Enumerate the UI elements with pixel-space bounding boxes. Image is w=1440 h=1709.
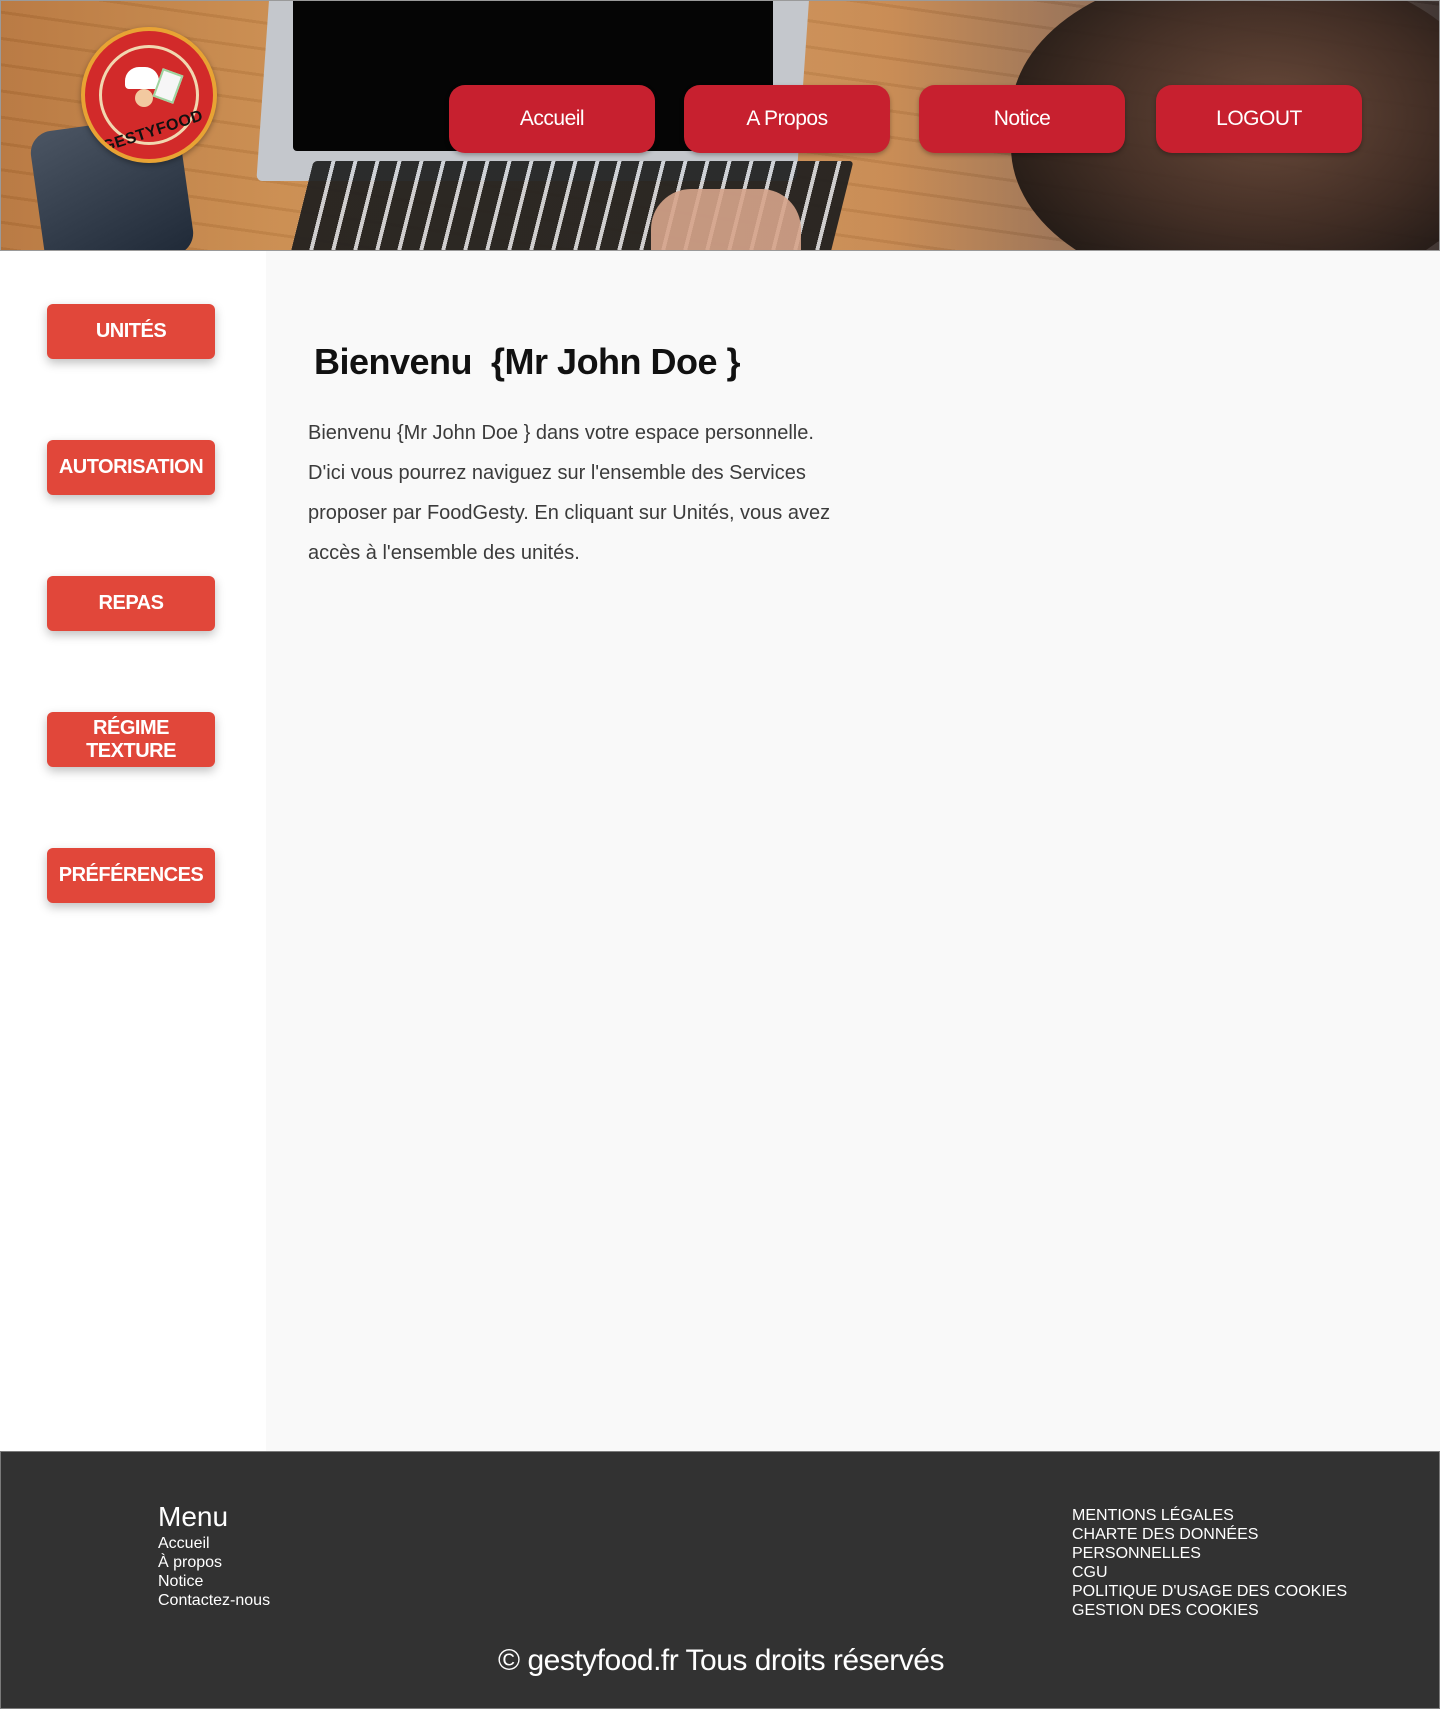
footer-legal: MENTIONS LÉGALES CHARTE DES DONNÉES PERS… — [1072, 1506, 1347, 1620]
welcome-text: Bienvenu {Mr John Doe } dans votre espac… — [308, 422, 831, 564]
chef-hat-icon — [125, 67, 159, 89]
nav-a-propos-button[interactable]: A Propos — [684, 85, 890, 153]
nav-notice-button[interactable]: Notice — [919, 85, 1125, 153]
footer-link-cgu[interactable]: CGU — [1072, 1563, 1347, 1582]
copyright-text: © gestyfood.fr Tous droits réservés — [498, 1644, 944, 1677]
sidebar-item-autorisation[interactable]: AUTORISATION — [47, 440, 215, 495]
sidebar-item-preferences[interactable]: PRÉFÉRENCES — [47, 848, 215, 903]
main-content: Bienvenu {Mr John Doe } Bienvenu {Mr Joh… — [266, 251, 1440, 1451]
footer-link-personnelles[interactable]: PERSONNELLES — [1072, 1544, 1347, 1563]
footer-link-mentions-legales[interactable]: MENTIONS LÉGALES — [1072, 1506, 1347, 1525]
sidebar-item-repas[interactable]: REPAS — [47, 576, 215, 631]
sidebar-item-regime-texture[interactable]: RÉGIME TEXTURE — [47, 712, 215, 767]
footer: Menu Accueil À propos Notice Contactez-n… — [0, 1451, 1440, 1709]
footer-link-cookies-management[interactable]: GESTION DES COOKIES — [1072, 1601, 1347, 1620]
footer-link-notice[interactable]: Notice — [158, 1572, 270, 1591]
page-title: Bienvenu {Mr John Doe } — [314, 341, 741, 382]
nav-accueil-button[interactable]: Accueil — [449, 85, 655, 153]
chef-face-icon — [135, 89, 153, 107]
footer-link-cookies-policy[interactable]: POLITIQUE D'USAGE DES COOKIES — [1072, 1582, 1347, 1601]
gestyfood-logo[interactable]: GESTYFOOD — [81, 27, 217, 163]
footer-menu: Menu Accueil À propos Notice Contactez-n… — [158, 1502, 270, 1610]
sidebar-item-unites[interactable]: UNITÉS — [47, 304, 215, 359]
footer-link-a-propos[interactable]: À propos — [158, 1553, 270, 1572]
sidebar: UNITÉS AUTORISATION REPAS RÉGIME TEXTURE… — [0, 251, 266, 1451]
footer-link-contact[interactable]: Contactez-nous — [158, 1591, 270, 1610]
hand-image — [651, 189, 801, 250]
footer-menu-title: Menu — [158, 1501, 229, 1532]
header-banner: GESTYFOOD Accueil A Propos Notice LOGOUT — [0, 0, 1440, 251]
footer-link-accueil[interactable]: Accueil — [158, 1534, 270, 1553]
nav-logout-button[interactable]: LOGOUT — [1156, 85, 1362, 153]
footer-link-charte-donnees[interactable]: CHARTE DES DONNÉES — [1072, 1525, 1347, 1544]
